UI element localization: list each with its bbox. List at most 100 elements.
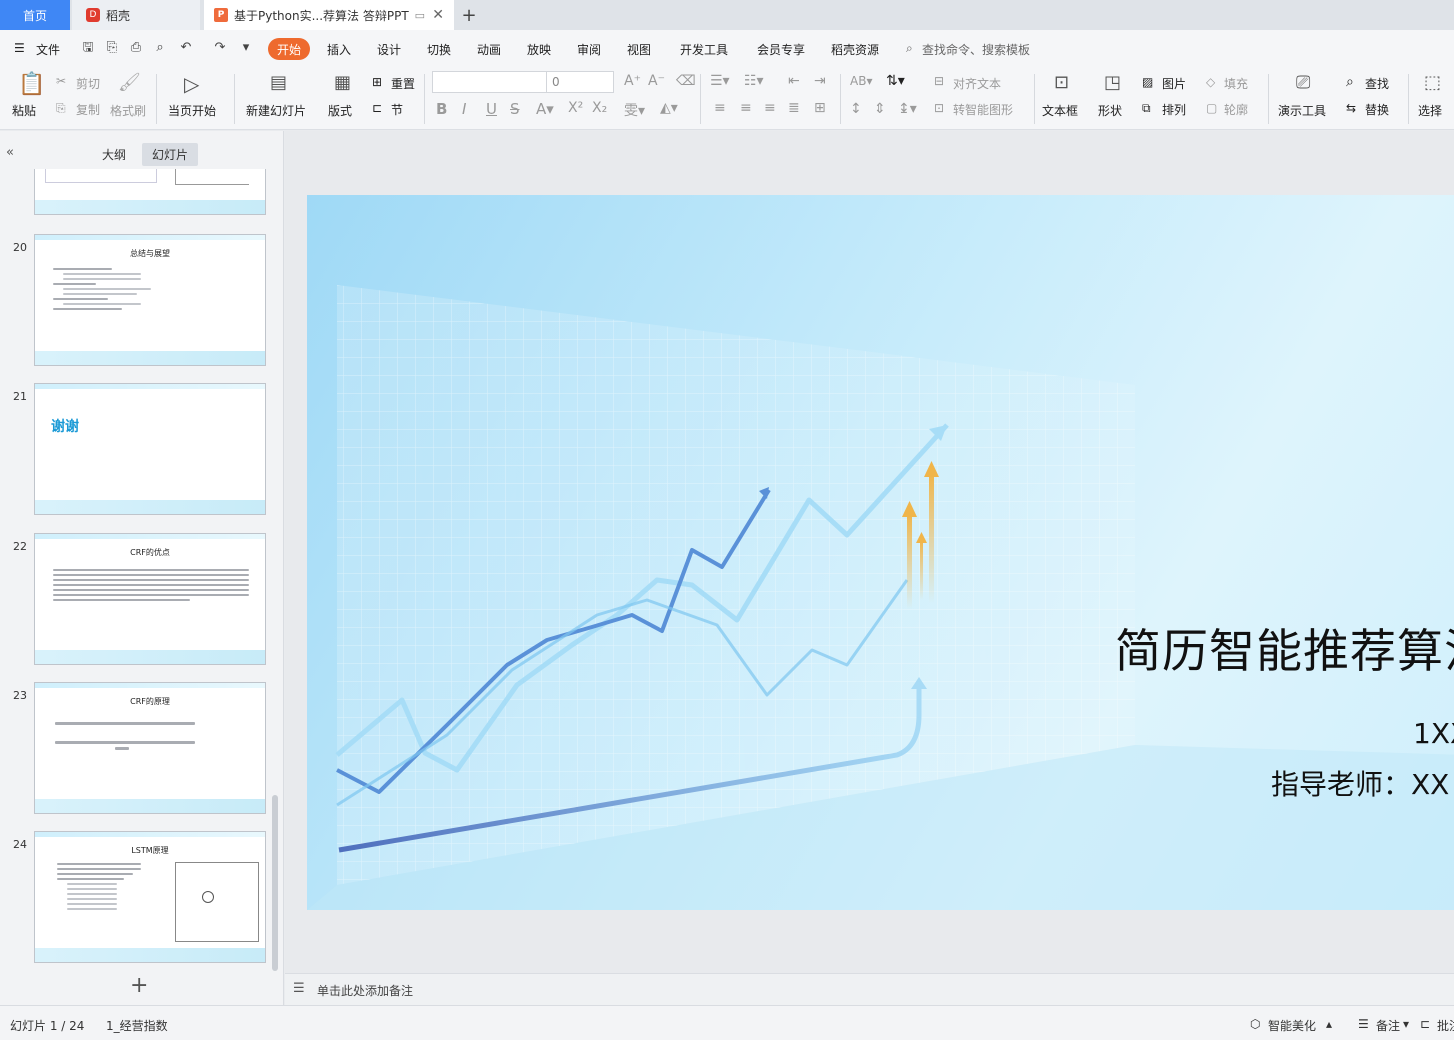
select-button[interactable]: 选择 (1418, 102, 1442, 119)
format-painter-icon[interactable]: 🖌 (118, 72, 141, 93)
command-search-input[interactable]: 查找命令、搜索模板 (922, 41, 1030, 58)
slide-thumbnail-19[interactable] (34, 169, 266, 215)
slide-title[interactable]: 简历智能推荐算法 (1115, 615, 1454, 681)
font-color-icon[interactable]: A▾ (536, 100, 554, 118)
strikethrough-icon[interactable]: S (510, 100, 520, 118)
slide-thumbnail-23[interactable]: CRF的原理 (34, 682, 266, 814)
new-slide-button[interactable]: 新建幻灯片 (246, 102, 306, 119)
smart-beautify-icon[interactable]: ⬡ (1250, 1017, 1260, 1031)
find-icon[interactable]: ⌕ (1346, 74, 1354, 90)
paste-button[interactable]: 粘贴 (12, 102, 36, 119)
spacing-menu-icon[interactable]: ↨▾ (898, 101, 917, 117)
section-icon[interactable]: ⊏ (372, 101, 382, 115)
arrange-icon[interactable]: ⧉ (1142, 101, 1151, 116)
presentation-tools-icon[interactable]: ⎚ (1296, 72, 1310, 93)
slide-advisor[interactable]: 指导老师：XX (1271, 763, 1449, 803)
numbered-list-icon[interactable]: ☷▾ (744, 73, 764, 89)
presentation-tools-button[interactable]: 演示工具 (1278, 102, 1326, 119)
copy-icon[interactable]: ⎘ (56, 101, 66, 116)
increase-font-icon[interactable]: A⁺ (624, 73, 641, 89)
clear-format-icon[interactable]: ⌫ (676, 73, 696, 89)
close-tab-icon[interactable]: ✕ (432, 7, 444, 23)
outline-icon[interactable]: ▢ (1206, 101, 1217, 115)
slide-author[interactable]: 1XX (1413, 717, 1454, 750)
section-button[interactable]: 节 (391, 101, 403, 118)
bullet-list-icon[interactable]: ☰▾ (710, 73, 730, 89)
copy-button[interactable]: 复制 (76, 101, 100, 118)
cut-button[interactable]: 剪切 (76, 75, 100, 92)
undo-icon[interactable]: ↶ (178, 40, 194, 56)
text-box-icon[interactable]: ⊡ (1054, 72, 1069, 93)
font-family-select[interactable] (432, 71, 548, 93)
cut-icon[interactable]: ✂ (56, 74, 66, 88)
align-text-button[interactable]: 对齐文本 (953, 75, 1001, 92)
text-box-button[interactable]: 文本框 (1042, 102, 1078, 119)
text-direction-icon[interactable]: AB▾ (850, 74, 872, 88)
comments-icon[interactable]: ⊏ (1420, 1017, 1430, 1031)
add-slide-icon[interactable]: + (130, 973, 148, 998)
replace-icon[interactable]: ⇆ (1346, 101, 1356, 115)
export-pdf-icon[interactable]: ⎘ (104, 40, 120, 56)
notes-toggle-icon[interactable]: ☰ (1358, 1017, 1369, 1031)
outline-button[interactable]: 轮廓 (1224, 101, 1248, 118)
current-slide[interactable]: 简历智能推荐算法 1XX 指导老师：XX (307, 195, 1454, 910)
collapse-panel-icon[interactable]: « (6, 145, 14, 160)
select-icon[interactable]: ⬚ (1424, 72, 1441, 93)
thumbnail-scrollbar[interactable] (272, 795, 278, 971)
save-icon[interactable]: 🖫 (80, 40, 96, 56)
align-text-icon[interactable]: ⊟ (934, 74, 944, 88)
smart-beautify-button[interactable]: 智能美化 (1268, 1017, 1316, 1034)
new-tab-button[interactable]: + (458, 0, 480, 30)
menu-transition[interactable]: 切换 (427, 41, 451, 58)
justify-icon[interactable]: ≣ (788, 100, 800, 116)
menu-view[interactable]: 视图 (627, 41, 651, 58)
highlight-icon[interactable]: ◭▾ (660, 100, 678, 116)
fill-button[interactable]: 填充 (1224, 75, 1248, 92)
menu-file[interactable]: 文件 (36, 41, 60, 58)
menu-design[interactable]: 设计 (377, 41, 401, 58)
layout-icon[interactable]: ▦ (334, 72, 351, 93)
decrease-font-icon[interactable]: A⁻ (648, 73, 665, 89)
notes-bar[interactable]: ☰ 单击此处添加备注 (285, 973, 1454, 1005)
monitor-icon[interactable]: ▭ (415, 9, 425, 22)
menu-daoke-resources[interactable]: 稻壳资源 (831, 41, 879, 58)
italic-icon[interactable]: I (462, 100, 466, 118)
tab-slides[interactable]: 幻灯片 (142, 143, 199, 166)
menu-insert[interactable]: 插入 (327, 41, 351, 58)
phonetic-icon[interactable]: 雯▾ (624, 100, 645, 120)
slide-thumbnail-24[interactable]: LSTM原理 (34, 831, 266, 963)
smartart-icon[interactable]: ⊡ (934, 101, 944, 115)
slide-thumbnail-20[interactable]: 总结与展望 (34, 234, 266, 366)
slide-thumbnail-22[interactable]: CRF的优点 (34, 533, 266, 665)
notes-toggle-chevron-icon[interactable]: ▾ (1403, 1017, 1409, 1031)
menu-member[interactable]: 会员专享 (757, 41, 805, 58)
menu-start[interactable]: 开始 (268, 38, 310, 60)
tab-outline[interactable]: 大纲 (92, 143, 136, 166)
tab-daoke[interactable]: D 稻壳 (72, 0, 200, 30)
paste-icon[interactable]: 📋 (18, 72, 45, 97)
font-size-select[interactable]: 0 (546, 71, 614, 93)
play-from-current-button[interactable]: 当页开始 (168, 102, 216, 119)
hamburger-icon[interactable]: ☰ (14, 41, 25, 55)
find-button[interactable]: 查找 (1365, 75, 1389, 92)
print-preview-icon[interactable]: ⌕ (152, 40, 168, 56)
sort-icon[interactable]: ⇅▾ (886, 73, 905, 89)
shape-button[interactable]: 形状 (1098, 102, 1122, 119)
align-left-icon[interactable]: ≡ (714, 100, 726, 116)
smart-beautify-chevron-icon[interactable]: ▴ (1326, 1017, 1332, 1031)
distribute-icon[interactable]: ⊞ (814, 100, 826, 116)
picture-button[interactable]: 图片 (1162, 75, 1186, 92)
notes-toggle-button[interactable]: 备注 (1376, 1017, 1400, 1034)
menu-developer[interactable]: 开发工具 (680, 41, 728, 58)
layout-button[interactable]: 版式 (328, 102, 352, 119)
decrease-indent-icon[interactable]: ⇤ (788, 73, 800, 89)
align-right-icon[interactable]: ≡ (764, 100, 776, 116)
bold-icon[interactable]: B (436, 100, 447, 118)
superscript-icon[interactable]: X² (568, 100, 583, 116)
picture-icon[interactable]: ▨ (1142, 75, 1153, 89)
shape-icon[interactable]: ◳ (1104, 72, 1121, 93)
customize-quick-access-icon[interactable]: ▾ (238, 40, 254, 56)
replace-button[interactable]: 替换 (1365, 101, 1389, 118)
arrange-button[interactable]: 排列 (1162, 101, 1186, 118)
notes-placeholder[interactable]: 单击此处添加备注 (317, 982, 413, 999)
